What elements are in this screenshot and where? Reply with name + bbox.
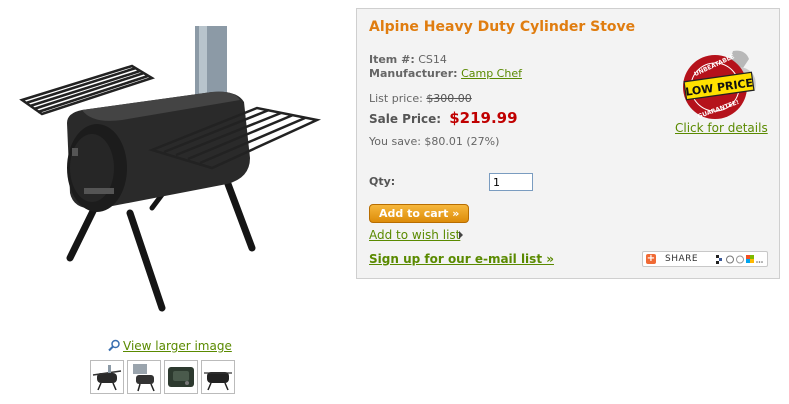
item-number-value: CS14 <box>418 53 447 66</box>
product-title: Alpine Heavy Duty Cylinder Stove <box>369 19 636 35</box>
quantity-input[interactable] <box>489 173 533 191</box>
item-number-row: Item #: CS14 <box>369 53 447 66</box>
thumbnail-3[interactable] <box>164 360 198 394</box>
product-image[interactable] <box>12 18 322 318</box>
view-larger-label: View larger image <box>123 339 232 353</box>
sale-price-value: $219.99 <box>449 109 518 127</box>
arrow-right-icon <box>459 231 463 239</box>
plus-icon: + <box>646 253 656 264</box>
sale-price-label: Sale Price: <box>369 112 442 126</box>
share-button[interactable]: + SHARE <box>642 251 768 267</box>
list-price-label: List price: <box>369 92 423 105</box>
add-to-cart-button[interactable]: Add to cart » <box>369 204 470 223</box>
qty-label: Qty: <box>369 175 396 188</box>
click-for-details-link[interactable]: Click for details <box>675 121 768 135</box>
thumbnail-4[interactable] <box>201 360 235 394</box>
item-number-label: Item #: <box>369 53 415 66</box>
sale-price-row: Sale Price: $219.99 <box>369 109 518 127</box>
you-save-text: You save: $80.01 (27%) <box>369 135 500 148</box>
thumbnail-1[interactable] <box>90 360 124 394</box>
low-price-guarantee-badge[interactable]: LOW PRICE UNBEATABLE GUARANTEE! <box>679 47 763 127</box>
magnifier-icon <box>108 339 121 355</box>
thumbnail-2[interactable] <box>127 360 161 394</box>
add-to-wish-list-link[interactable]: Add to wish list <box>369 228 460 242</box>
product-info-panel: Alpine Heavy Duty Cylinder Stove Item #:… <box>356 8 780 279</box>
list-price-value: $300.00 <box>426 92 472 105</box>
email-signup-link[interactable]: Sign up for our e-mail list » <box>369 252 554 266</box>
manufacturer-label: Manufacturer: <box>369 67 458 80</box>
social-icons <box>716 254 764 268</box>
share-label: SHARE <box>665 254 699 264</box>
manufacturer-row: Manufacturer: Camp Chef <box>369 67 522 80</box>
view-larger-image-link[interactable]: View larger image <box>108 339 232 355</box>
thumbnail-strip <box>90 360 235 394</box>
manufacturer-link[interactable]: Camp Chef <box>461 67 522 80</box>
list-price-row: List price: $300.00 <box>369 92 472 105</box>
